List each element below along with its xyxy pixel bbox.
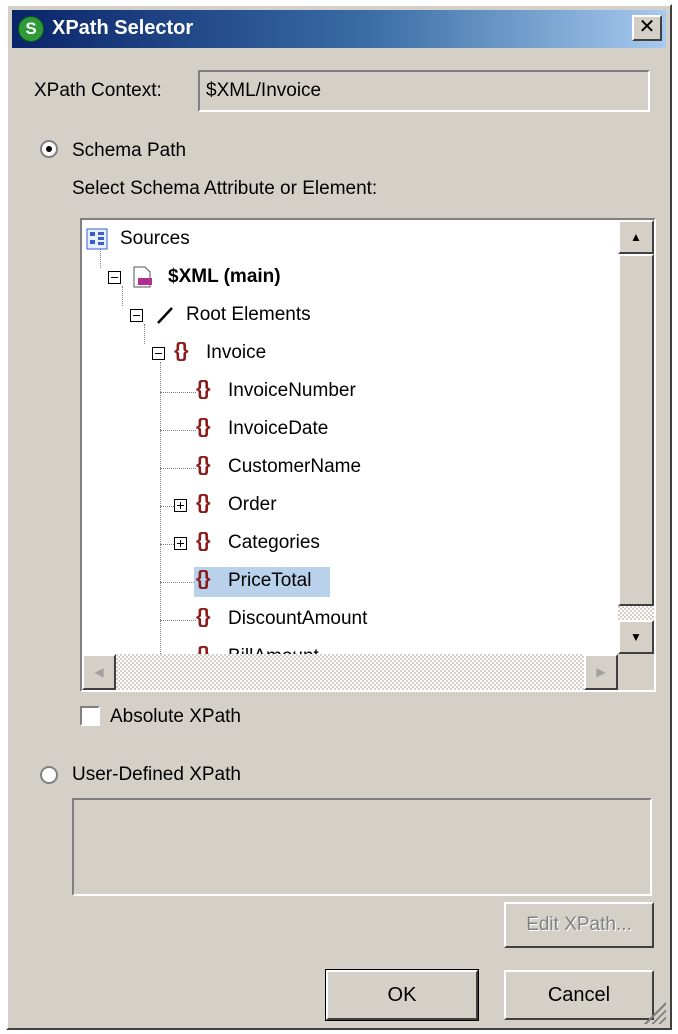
expand-icon[interactable] — [174, 537, 187, 550]
resize-grip-icon[interactable] — [644, 1002, 666, 1024]
schema-path-radio[interactable] — [40, 140, 58, 158]
element-icon: {} — [196, 378, 211, 400]
tree-item-customername[interactable]: {} CustomerName — [82, 452, 618, 482]
tree-item-label: BillAmount — [228, 646, 319, 654]
tree-item-invoicedate[interactable]: {} InvoiceDate — [82, 414, 618, 444]
tree-item-label: InvoiceNumber — [228, 380, 356, 401]
element-icon: {} — [174, 340, 189, 362]
app-logo-icon: S — [18, 16, 44, 42]
tree-item-label: Order — [228, 494, 277, 515]
expand-icon[interactable] — [174, 499, 187, 512]
horizontal-scrollbar[interactable]: ◀ ▶ — [82, 654, 618, 690]
edit-xpath-button[interactable]: Edit XPath... — [504, 902, 654, 948]
select-schema-label: Select Schema Attribute or Element: — [72, 178, 378, 199]
tree-item-billamount[interactable]: {} BillAmount — [82, 642, 618, 654]
schema-path-label[interactable]: Schema Path — [72, 140, 186, 162]
absolute-xpath-label[interactable]: Absolute XPath — [110, 706, 241, 728]
absolute-xpath-checkbox[interactable] — [80, 706, 100, 726]
arrow-right-icon: ▶ — [596, 665, 606, 679]
tree-item-invoice[interactable]: {} Invoice — [82, 338, 618, 368]
tree-item-root-elements[interactable]: Root Elements — [82, 300, 618, 330]
tree-item-label: Categories — [228, 532, 320, 553]
cancel-button[interactable]: Cancel — [504, 970, 654, 1020]
element-icon: {} — [196, 606, 211, 628]
tree-item-label: Root Elements — [186, 304, 311, 325]
sources-icon — [86, 228, 108, 250]
xpath-context-field: $XML/Invoice — [198, 70, 650, 112]
scroll-up-button[interactable]: ▲ — [618, 220, 654, 254]
tree-item-label: CustomerName — [228, 456, 362, 477]
user-defined-xpath-input[interactable] — [72, 798, 652, 896]
tree-item-sources[interactable]: Sources — [82, 224, 618, 254]
scrollbar-corner — [618, 654, 654, 690]
tree-item-order[interactable]: {} Order — [82, 490, 618, 520]
window-title: XPath Selector — [52, 17, 194, 39]
xml-file-icon — [133, 266, 152, 288]
root-elements-icon — [157, 307, 173, 324]
tree-item-label: InvoiceDate — [228, 418, 329, 439]
scroll-down-button[interactable]: ▼ — [618, 620, 654, 654]
tree-viewport: Sources $XML (main) Root Elements {} Inv… — [82, 220, 618, 654]
close-button[interactable]: ✕ — [632, 15, 662, 41]
tree-item-label: Sources — [120, 228, 190, 249]
user-defined-xpath-radio[interactable] — [40, 766, 58, 784]
arrow-left-icon: ◀ — [94, 665, 104, 679]
collapse-icon[interactable] — [108, 271, 121, 284]
tree-item-label: Invoice — [206, 342, 267, 363]
xpath-context-value: $XML/Invoice — [206, 80, 322, 101]
element-icon: {} — [196, 454, 211, 476]
title-bar[interactable]: S XPath Selector ✕ — [12, 10, 666, 48]
element-icon: {} — [196, 568, 211, 590]
scroll-left-button[interactable]: ◀ — [82, 654, 116, 690]
tree-item-label: PriceTotal — [228, 570, 312, 591]
vertical-scrollbar[interactable]: ▲ ▼ — [618, 220, 654, 654]
tree-item-discountamount[interactable]: {} DiscountAmount — [82, 604, 618, 634]
element-icon: {} — [196, 492, 211, 514]
tree-item-pricetotal[interactable]: {} PriceTotal — [82, 566, 618, 597]
tree-item-label: $XML (main) — [168, 266, 281, 287]
arrow-up-icon: ▲ — [630, 230, 642, 244]
tree-item-xml-main[interactable]: $XML (main) — [82, 262, 618, 292]
close-icon: ✕ — [638, 16, 656, 38]
tree-item-label: DiscountAmount — [228, 608, 368, 629]
element-icon: {} — [196, 416, 211, 438]
element-icon: {} — [196, 530, 211, 552]
ok-button[interactable]: OK — [325, 969, 479, 1021]
collapse-icon[interactable] — [130, 309, 143, 322]
schema-tree[interactable]: Sources $XML (main) Root Elements {} Inv… — [80, 218, 656, 692]
arrow-down-icon: ▼ — [630, 630, 642, 644]
scroll-thumb[interactable] — [618, 254, 654, 606]
xpath-selector-dialog: S XPath Selector ✕ XPath Context: $XML/I… — [6, 4, 672, 1030]
user-defined-xpath-label[interactable]: User-Defined XPath — [72, 764, 241, 786]
element-icon: {} — [196, 644, 211, 654]
tree-item-invoicenumber[interactable]: {} InvoiceNumber — [82, 376, 618, 406]
xpath-context-label: XPath Context: — [34, 80, 162, 101]
collapse-icon[interactable] — [152, 347, 165, 360]
scroll-right-button[interactable]: ▶ — [584, 654, 618, 690]
tree-item-categories[interactable]: {} Categories — [82, 528, 618, 558]
